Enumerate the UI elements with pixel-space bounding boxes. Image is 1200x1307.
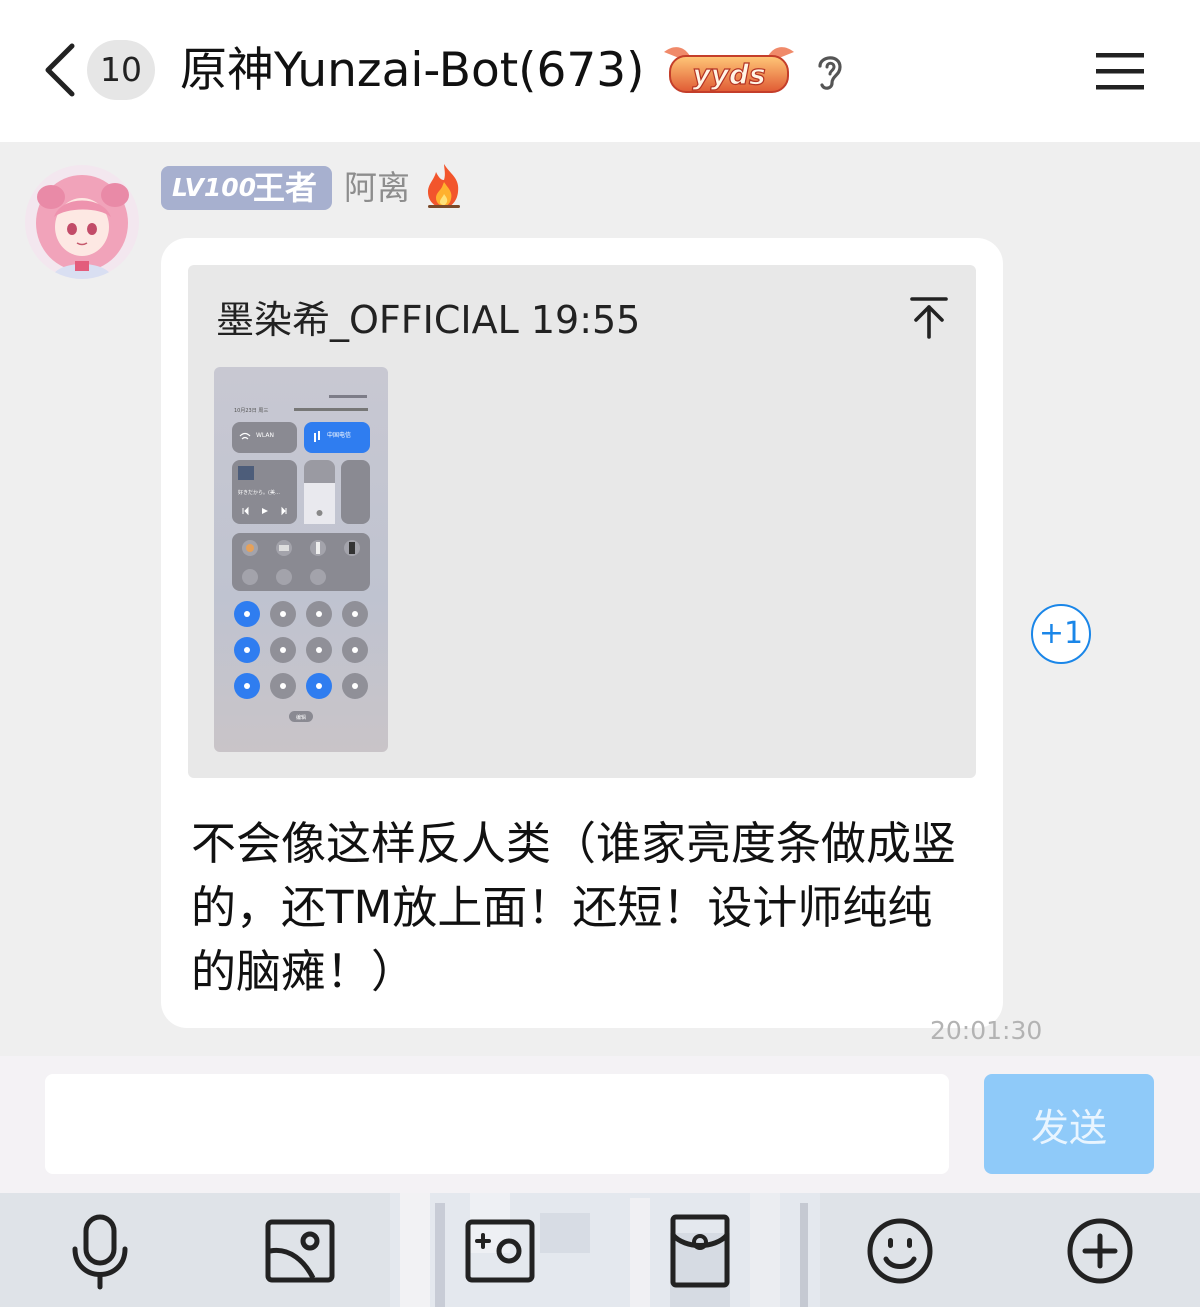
svg-text:编辑: 编辑 (296, 714, 306, 721)
svg-text:WLAN: WLAN (256, 432, 274, 439)
quoted-message[interactable]: 墨染希_OFFICIAL 19:55 10月23日 周三 WLAN 中国电信 好… (188, 265, 976, 778)
camera-button[interactable] (455, 1207, 545, 1297)
svg-text:好きだから。(美…: 好きだから。(美… (238, 489, 280, 496)
quote-author: 墨染希_OFFICIAL (216, 298, 519, 342)
bottom-toolbar (0, 1193, 1200, 1307)
camera-icon (465, 1219, 535, 1283)
svg-text:中国电信: 中国电信 (327, 431, 351, 439)
quote-header: 墨染希_OFFICIAL 19:55 (216, 297, 640, 343)
jump-to-original-icon[interactable] (910, 295, 948, 339)
message-bubble[interactable]: 墨染希_OFFICIAL 19:55 10月23日 周三 WLAN 中国电信 好… (161, 238, 1003, 1028)
sender-avatar[interactable] (25, 165, 139, 279)
more-button[interactable] (1055, 1207, 1145, 1297)
emoji-icon (867, 1218, 933, 1284)
chat-title[interactable]: 原神Yunzai-Bot(673) (180, 38, 645, 104)
send-button[interactable]: 发送 (984, 1074, 1154, 1174)
plus-icon (1067, 1218, 1133, 1284)
quote-time: 19:55 (530, 298, 641, 342)
svg-text:10月23日 周三: 10月23日 周三 (234, 408, 268, 414)
svg-text:yyds: yyds (692, 58, 765, 91)
back-icon[interactable] (38, 40, 82, 100)
red-packet-icon (670, 1214, 730, 1288)
message-timestamp: 20:01:30 (930, 1016, 1043, 1045)
level-badge: LV100 王者 (161, 166, 332, 210)
sender-name[interactable]: 阿离 (344, 166, 410, 210)
emoji-button[interactable] (855, 1207, 945, 1297)
red-packet-button[interactable] (655, 1207, 745, 1297)
fire-icon (428, 164, 460, 208)
input-bar: 发送 (0, 1056, 1200, 1193)
image-button[interactable] (255, 1207, 345, 1297)
plus-one-button[interactable]: +1 (1031, 604, 1091, 664)
microphone-button[interactable] (55, 1207, 145, 1297)
chat-header: 10 原神Yunzai-Bot(673) yyds (0, 0, 1200, 142)
yyds-badge-icon: yyds (664, 47, 794, 93)
ear-icon[interactable] (812, 50, 848, 92)
rank-label: 王者 (253, 169, 318, 207)
level-label: LV100 (172, 173, 257, 202)
message-text: 不会像这样反人类（谁家亮度条做成竖的，还TM放上面！还短！设计师纯纯的脑瘫！） (191, 817, 957, 998)
image-icon (265, 1219, 335, 1283)
microphone-icon (72, 1214, 128, 1290)
menu-icon[interactable] (1096, 50, 1144, 92)
unread-count-badge[interactable]: 10 (87, 40, 155, 100)
quoted-screenshot-image[interactable]: 10月23日 周三 WLAN 中国电信 好きだから。(美… 编辑 (214, 367, 388, 752)
message-input[interactable] (45, 1074, 949, 1174)
